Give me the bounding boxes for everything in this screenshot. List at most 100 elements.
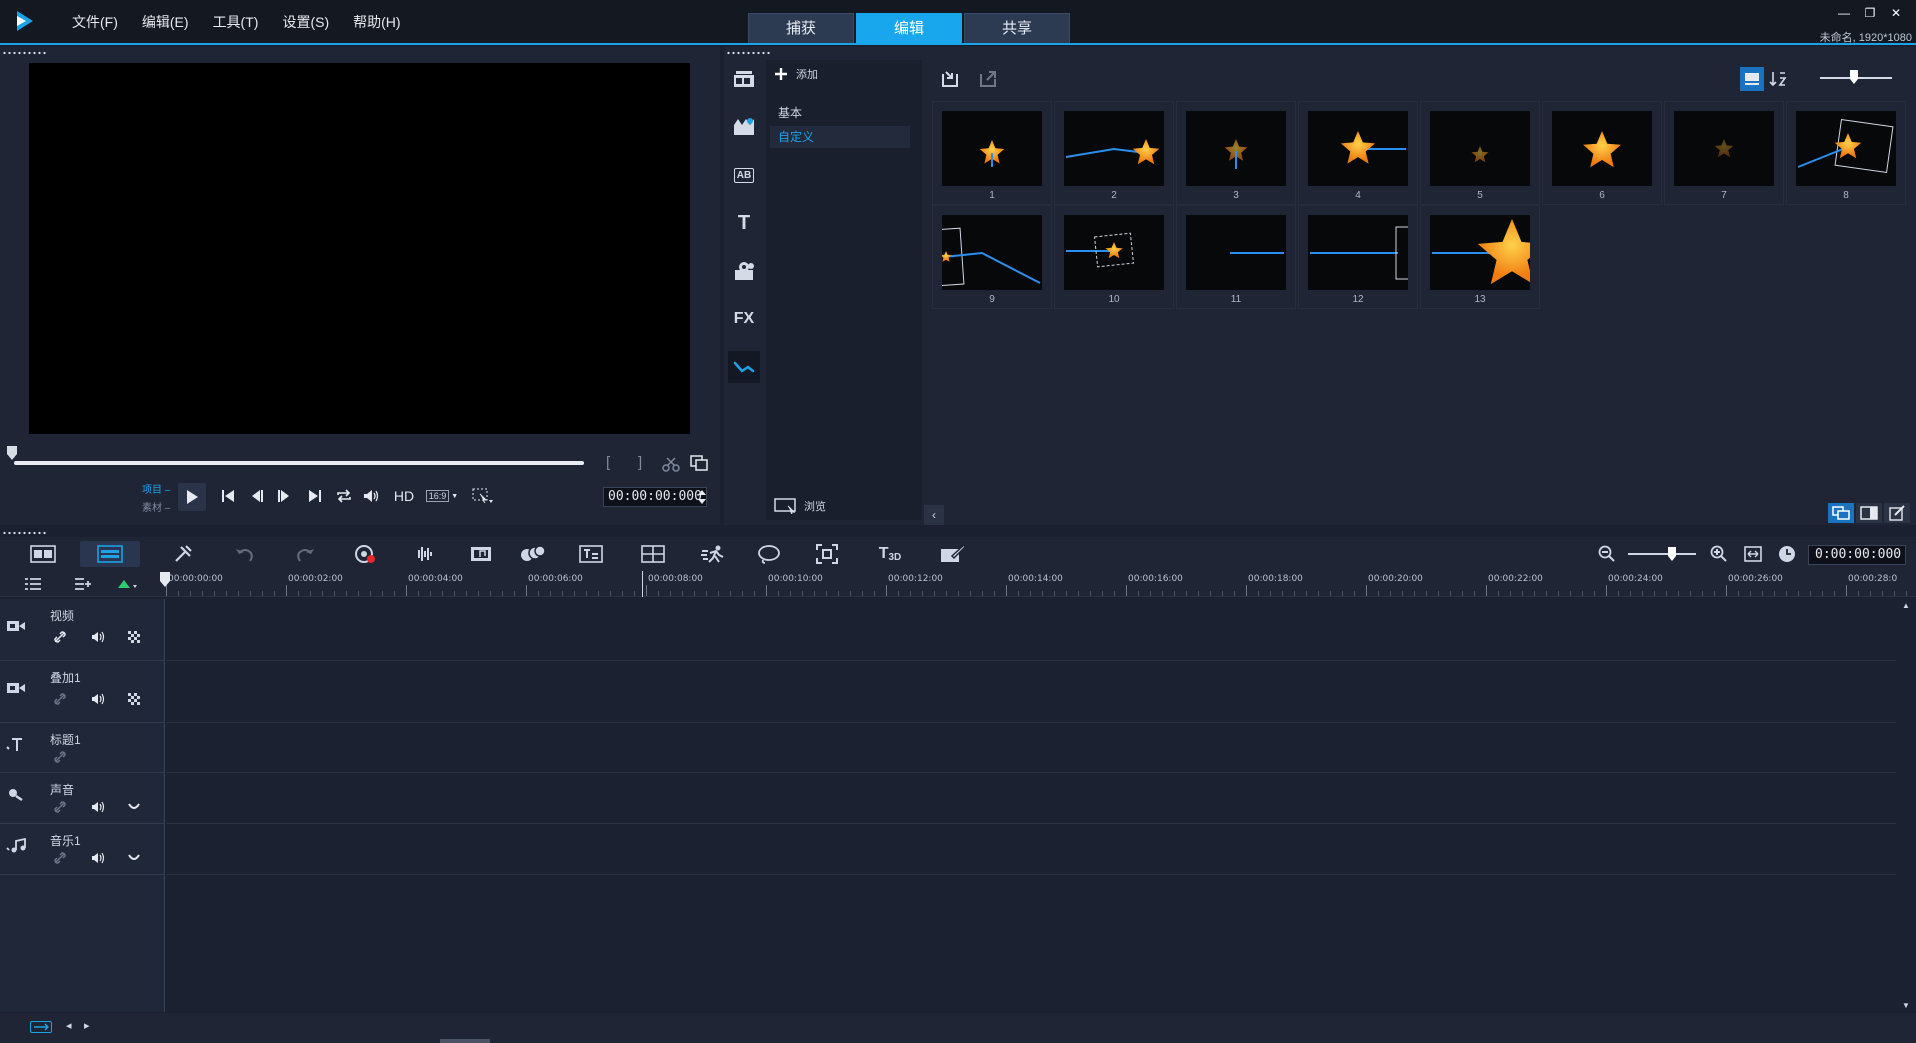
track-manager-button[interactable] [18, 571, 48, 597]
3d-title-button[interactable]: T 3D [870, 541, 910, 567]
redo-button[interactable] [290, 541, 320, 567]
link-icon[interactable] [54, 852, 70, 866]
link-icon[interactable] [54, 693, 70, 707]
volume-button[interactable] [361, 485, 383, 507]
category-media[interactable] [728, 63, 760, 95]
speaker-icon[interactable] [91, 631, 107, 645]
path-thumbnail[interactable]: 12 [1298, 205, 1418, 309]
speaker-icon[interactable] [91, 801, 107, 815]
zoom-out-button[interactable] [1592, 541, 1622, 567]
track-header[interactable]: 叠加1 [0, 661, 165, 723]
restore-button[interactable]: ❐ [1862, 6, 1878, 20]
speaker-icon[interactable] [91, 693, 107, 707]
path-thumbnail[interactable]: 1 [932, 101, 1052, 205]
close-button[interactable]: ✕ [1888, 6, 1904, 20]
show-library-button[interactable] [1828, 503, 1854, 523]
hd-toggle[interactable]: HD [389, 485, 419, 507]
sort-button[interactable] [1766, 67, 1790, 91]
chevron-down-icon[interactable] [128, 803, 144, 817]
scroll-up-icon[interactable]: ▲ [1902, 601, 1910, 610]
collapse-library-button[interactable]: ‹ [924, 505, 944, 525]
previous-frame-button[interactable] [246, 485, 268, 507]
fit-project-button[interactable] [1738, 541, 1768, 567]
import-button[interactable] [938, 67, 962, 91]
panel-grip[interactable] [2, 531, 48, 535]
multicam-button[interactable] [638, 541, 668, 567]
ripple-edit-toggle[interactable] [30, 1021, 52, 1033]
panel-grip[interactable] [2, 51, 48, 55]
path-thumbnail[interactable]: 11 [1176, 205, 1296, 309]
track-grid-icon[interactable] [128, 631, 144, 645]
folder-custom[interactable]: 自定义 [770, 126, 910, 148]
pan-zoom-button[interactable] [812, 541, 842, 567]
time-ruler[interactable]: 00:00:00:00 00:00:02:00 00:00:04:00 00:00:0… [0, 571, 1916, 597]
repeat-button[interactable] [333, 485, 355, 507]
path-thumbnail[interactable]: 10 [1054, 205, 1174, 309]
track-grid-icon[interactable] [128, 693, 144, 707]
scrubber-bar[interactable] [14, 461, 584, 465]
tools-button[interactable] [168, 541, 198, 567]
chapter-marker-dropdown[interactable] [112, 571, 142, 597]
speaker-icon[interactable] [91, 852, 107, 866]
menu-tools[interactable]: 工具(T) [201, 12, 271, 32]
zoom-slider[interactable] [1628, 553, 1696, 555]
chapter-cue-button[interactable] [68, 571, 98, 597]
copy-to-clipboard-icon[interactable] [690, 455, 708, 471]
aspect-ratio-dropdown[interactable]: 16:9 ▼ [425, 485, 459, 507]
path-thumbnail[interactable]: 13 [1420, 205, 1540, 309]
record-capture-button[interactable] [350, 541, 380, 567]
chevron-down-icon[interactable] [128, 854, 144, 868]
scrubber-handle-icon[interactable] [6, 445, 18, 461]
add-folder-button[interactable]: 添加 [774, 66, 818, 82]
undo-button[interactable] [230, 541, 260, 567]
folder-basic[interactable]: 基本 [770, 102, 910, 124]
mask-creator-button[interactable] [754, 541, 784, 567]
horizontal-scrollbar-thumb[interactable] [440, 1039, 490, 1043]
path-thumbnail[interactable]: 4 [1298, 101, 1418, 205]
track-header[interactable]: 视频 [0, 599, 165, 661]
subtitle-editor-button[interactable] [576, 541, 606, 567]
path-thumbnail[interactable]: 7 [1664, 101, 1784, 205]
auto-music-button[interactable] [466, 541, 496, 567]
end-button[interactable] [304, 485, 326, 507]
time-remapping-button[interactable] [698, 541, 728, 567]
path-thumbnail[interactable]: 8 [1786, 101, 1906, 205]
path-thumbnail[interactable]: 3 [1176, 101, 1296, 205]
track-row[interactable] [166, 661, 1896, 723]
play-button[interactable] [178, 483, 206, 511]
menu-edit[interactable]: 编辑(E) [130, 12, 201, 32]
painting-creator-button[interactable] [938, 541, 968, 567]
clip-mode-toggle[interactable]: 素材 – [142, 499, 170, 514]
link-icon[interactable] [54, 751, 70, 765]
storyboard-view-button[interactable] [28, 541, 58, 567]
mark-in-button[interactable]: [ [606, 454, 610, 471]
category-filter[interactable]: FX [728, 303, 760, 335]
track-header[interactable]: 声音 [0, 773, 165, 824]
path-thumbnail[interactable]: 9 [932, 205, 1052, 309]
zoom-slider-thumb-icon[interactable] [1668, 547, 1676, 561]
scroll-down-icon[interactable]: ▼ [1902, 1001, 1910, 1010]
path-thumbnail[interactable]: 6 [1542, 101, 1662, 205]
track-row[interactable] [166, 723, 1896, 773]
safe-area-dropdown[interactable] [470, 485, 496, 507]
playhead-icon[interactable] [160, 572, 170, 588]
category-graphics[interactable] [728, 255, 760, 287]
track-row[interactable] [166, 599, 1896, 661]
browse-button[interactable]: 浏览 [774, 498, 826, 514]
track-row[interactable] [166, 773, 1896, 824]
track-row[interactable] [166, 824, 1896, 875]
home-button[interactable] [217, 485, 239, 507]
timeline-view-button[interactable] [80, 541, 140, 567]
timecode-spinner-icon[interactable] [697, 487, 707, 507]
category-instant-project[interactable] [728, 111, 760, 143]
category-path[interactable] [728, 351, 760, 383]
link-icon[interactable] [54, 631, 70, 645]
tab-edit[interactable]: 编辑 [856, 13, 962, 43]
show-options-button[interactable] [1856, 503, 1882, 523]
panel-grip[interactable] [726, 51, 772, 55]
menu-file[interactable]: 文件(F) [60, 12, 130, 32]
next-frame-button[interactable] [273, 485, 295, 507]
scroll-right-button[interactable]: ▸ [84, 1019, 90, 1032]
tab-share[interactable]: 共享 [964, 13, 1070, 43]
path-thumbnail[interactable]: 5 [1420, 101, 1540, 205]
